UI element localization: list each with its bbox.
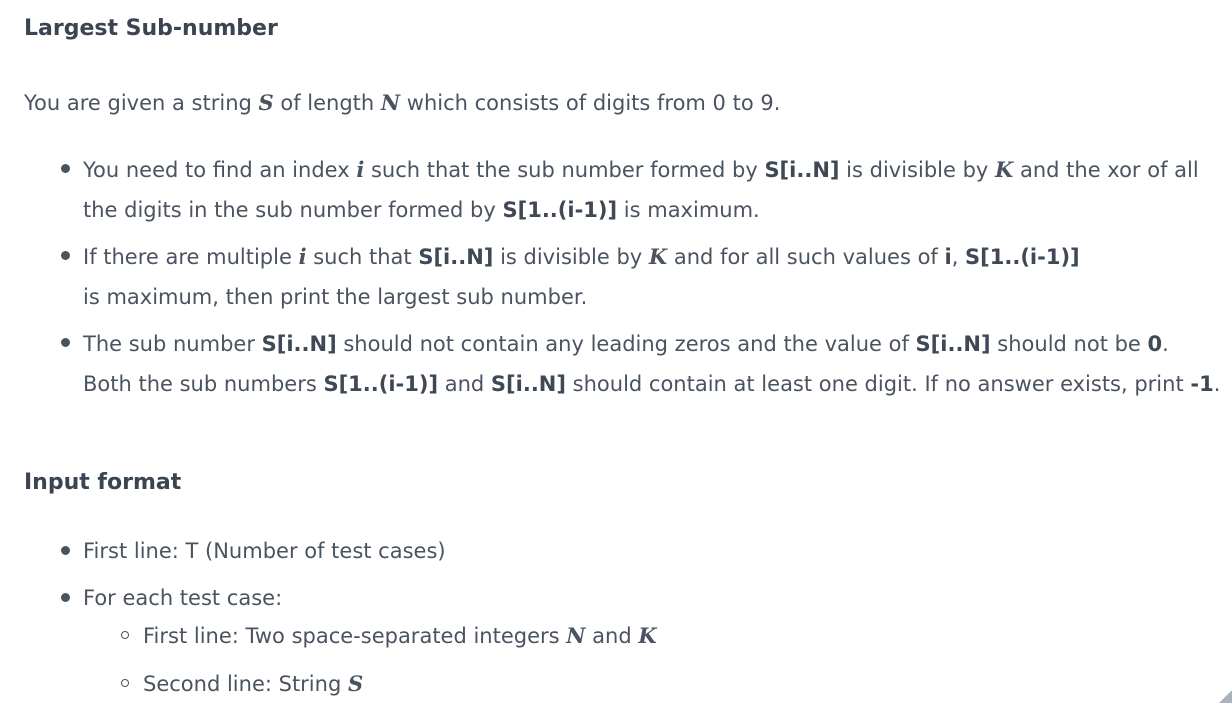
sub-list-item: First line: Two space-separated integers… [121,617,1223,655]
bullet-icon [61,338,70,347]
list-item: If there are multiple i such that S[i..N… [61,237,1223,317]
list-item: First line: T (Number of test cases) [61,532,1223,570]
text: should not be [990,332,1148,356]
rules-list: You need to find an index i such that th… [61,150,1223,411]
text: If there are multiple [83,245,299,269]
text: You need to find an index [83,158,357,182]
text: is divisible by [839,158,996,182]
code-text: S[i..N] [261,332,337,356]
bullet-icon [61,546,70,555]
sub-list-item: Second line: String S [121,665,1223,703]
code-text: S[1..(i-1)] [965,245,1080,269]
text: such that the sub number formed by [364,158,765,182]
list-item: The sub number S[i..N] should not contai… [61,324,1223,404]
bullet-icon [61,251,70,260]
code-text: S[1..(i-1)] [323,372,439,396]
intro-text: You are given a string [24,91,259,115]
text: First line: Two space-separated integers [143,624,567,648]
text: is maximum, then print the largest sub n… [83,285,588,309]
var-s: S [258,90,274,115]
list-item: For each test case: First line: Two spac… [61,579,1223,703]
text: and [585,624,639,648]
text: First line: T (Number of test cases) [83,539,446,563]
code-text: S[i..N] [418,245,494,269]
code-text: 0 [1147,332,1163,356]
text: Second line: String [143,672,348,696]
text: For each test case: [83,586,283,610]
var-k: K [648,244,668,269]
bullet-icon [61,593,70,602]
text: is maximum. [617,198,760,222]
text: and for all such values of [667,245,945,269]
var-k: K [638,623,657,648]
input-format-list: First line: T (Number of test cases) For… [61,532,1223,713]
intro-text: which consists of digits from 0 to 9. [400,91,781,115]
bullet-icon [61,164,70,173]
var-s: S [347,671,364,696]
code-text: i [944,245,952,269]
var-n: N [566,623,586,648]
code-text: -1 [1190,372,1214,396]
code-text: S[i..N] [490,372,566,396]
section-heading: Input format [24,470,182,495]
code-text: S[i..N] [764,158,840,182]
text: should contain at least one digit. If no… [565,372,1191,396]
text: , [951,245,966,269]
text: . [1213,372,1221,396]
hollow-bullet-icon [121,631,129,639]
var-n: N [380,90,401,115]
hollow-bullet-icon [121,679,129,687]
text: is divisible by [493,245,649,269]
code-text: S[i..N] [915,332,991,356]
intro-text: of length [273,91,381,115]
resize-handle-icon[interactable] [1218,691,1232,703]
var-k: K [995,157,1014,182]
text: such that [306,245,419,269]
problem-title: Largest Sub-number [24,16,278,41]
code-text: S[1..(i-1)] [502,198,618,222]
intro-paragraph: You are given a string S of length N whi… [24,86,780,120]
list-item: You need to find an index i such that th… [61,150,1223,230]
var-i: i [298,244,307,269]
sub-list: First line: Two space-separated integers… [83,617,1223,703]
text: and [438,372,491,396]
text: The sub number [83,332,262,356]
text: should not contain any leading zeros and… [336,332,916,356]
